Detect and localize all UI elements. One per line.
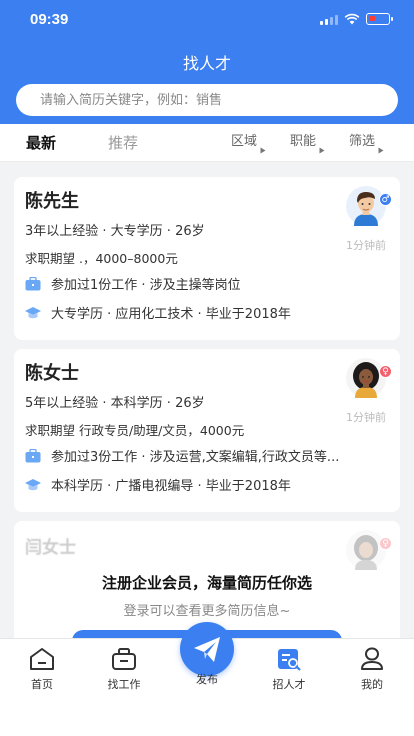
member-promo-subtitle: 登录可以查看更多简历信息~ bbox=[123, 604, 291, 619]
avatar: ♀ bbox=[346, 358, 392, 398]
status-icons bbox=[320, 13, 393, 25]
candidate-name: 陈女士 bbox=[25, 363, 79, 384]
tab-home-label: 首页 bbox=[31, 678, 53, 691]
female-avatar-icon bbox=[346, 358, 386, 398]
tab-strip: 最新 推荐 区域 职能 筛选 bbox=[0, 124, 414, 162]
graduation-cap-icon bbox=[25, 478, 41, 490]
candidate-meta: 3年以上经验 · 大专学历 · 26岁 bbox=[25, 224, 205, 239]
briefcase-icon bbox=[25, 276, 41, 290]
female-badge-icon: ♀ bbox=[379, 537, 392, 550]
education-row: 大专学历 · 应用化工技术 · 毕业于2018年 bbox=[25, 303, 291, 322]
tab-mine-label: 我的 bbox=[361, 678, 383, 691]
filter-more-label: 筛选 bbox=[349, 134, 376, 149]
dropdown-triangle-icon bbox=[319, 147, 325, 154]
paper-plane-icon bbox=[194, 637, 220, 662]
work-experience: 参加过1份工作 · 涉及主操等岗位 bbox=[51, 278, 241, 293]
tab-recruit-label: 招人才 bbox=[272, 678, 306, 691]
resume-search-icon bbox=[278, 649, 301, 671]
search-bar[interactable] bbox=[16, 84, 398, 116]
cellular-signal-icon bbox=[320, 14, 338, 25]
job-expectation: 求职期望 .，4000–8000元 bbox=[25, 251, 178, 266]
graduation-cap-icon bbox=[25, 306, 41, 318]
candidate-meta: 5年以上经验 · 本科学历 · 26岁 bbox=[25, 396, 205, 411]
job-expectation: 求职期望 行政专员/助理/文员，4000元 bbox=[25, 423, 245, 438]
briefcase-icon bbox=[112, 648, 136, 670]
tab-recommended[interactable]: 推荐 bbox=[108, 132, 138, 153]
filter-more[interactable]: 筛选 bbox=[349, 130, 384, 154]
male-badge-icon: ♂ bbox=[379, 193, 392, 206]
candidate-card[interactable]: 陈女士 ♀ 1分钟前 5年以上经验 · 本科学历 · 26岁 求职期望 行政专员… bbox=[14, 349, 400, 512]
page-title: 找人才 bbox=[182, 54, 231, 73]
work-experience-row: 参加过1份工作 · 涉及主操等岗位 bbox=[25, 274, 241, 293]
filter-region[interactable]: 区域 bbox=[231, 130, 266, 154]
candidate-card[interactable]: 陈先生 ♂ 1分钟前 3年以上经验 · 大专学历 · 26岁 求职期望 .，40… bbox=[14, 177, 400, 340]
status-bar: 09:39 bbox=[0, 0, 414, 40]
male-avatar-icon bbox=[346, 186, 386, 226]
blurred-candidate-name: 闫女士 bbox=[25, 538, 76, 558]
battery-icon bbox=[366, 13, 393, 25]
education: 本科学历 · 广播电视编导 · 毕业于2018年 bbox=[51, 479, 291, 494]
wifi-icon bbox=[344, 13, 360, 25]
time-ago: 1分钟前 bbox=[346, 411, 386, 424]
search-input[interactable] bbox=[16, 84, 398, 116]
dropdown-triangle-icon bbox=[378, 147, 384, 154]
candidate-name: 陈先生 bbox=[25, 191, 79, 212]
dropdown-triangle-icon bbox=[260, 147, 266, 154]
female-avatar-icon bbox=[346, 530, 386, 570]
home-icon bbox=[30, 648, 54, 670]
education-row: 本科学历 · 广播电视编导 · 毕业于2018年 bbox=[25, 475, 291, 494]
work-experience-row: 参加过3份工作 · 涉及运营,文案编辑,行政文员等... bbox=[25, 446, 339, 465]
publish-button[interactable] bbox=[180, 622, 234, 676]
education: 大专学历 · 应用化工技术 · 毕业于2018年 bbox=[51, 307, 291, 322]
top-header: 09:39 找人才 bbox=[0, 0, 414, 124]
avatar: ♂ bbox=[346, 186, 392, 226]
tab-find-job-label: 找工作 bbox=[107, 678, 141, 691]
time-ago: 1分钟前 bbox=[346, 239, 386, 252]
tab-recruit[interactable]: 招人才 bbox=[254, 647, 324, 692]
member-promo-title: 注册企业会员，海量简历任你选 bbox=[101, 574, 312, 592]
female-badge-icon: ♀ bbox=[379, 365, 392, 378]
tab-find-job[interactable]: 找工作 bbox=[89, 647, 159, 692]
briefcase-icon bbox=[25, 448, 41, 462]
work-experience: 参加过3份工作 · 涉及运营,文案编辑,行政文员等... bbox=[51, 450, 340, 465]
filter-position-label: 职能 bbox=[290, 134, 317, 149]
tab-mine[interactable]: 我的 bbox=[337, 647, 407, 692]
status-time: 09:39 bbox=[30, 11, 69, 28]
filter-position[interactable]: 职能 bbox=[290, 130, 325, 154]
tab-home[interactable]: 首页 bbox=[7, 647, 77, 692]
avatar: ♀ bbox=[346, 530, 392, 570]
user-icon bbox=[361, 647, 383, 670]
tab-latest[interactable]: 最新 bbox=[26, 132, 56, 153]
filter-region-label: 区域 bbox=[231, 134, 258, 149]
publish-label: 发布 bbox=[196, 673, 218, 686]
